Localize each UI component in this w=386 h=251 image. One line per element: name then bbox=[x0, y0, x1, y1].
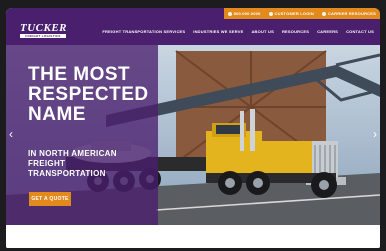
page-content-area bbox=[6, 225, 380, 248]
utility-login-label: CUSTOMER LOGIN bbox=[274, 11, 314, 16]
carousel-prev-arrow[interactable]: ‹ bbox=[7, 127, 15, 141]
utility-carrier-label: CARRIER RESOURCES bbox=[327, 11, 376, 16]
logo-name: TUCKER bbox=[20, 22, 68, 34]
phone-icon bbox=[227, 11, 232, 16]
get-a-quote-button[interactable]: GET A QUOTE bbox=[29, 192, 71, 206]
hero-banner: THE MOST RESPECTED NAME IN NORTH AMERICA… bbox=[6, 45, 380, 225]
nav-item-about[interactable]: ABOUT US bbox=[251, 29, 274, 34]
logo-tagline: FREIGHT LOGISTICS bbox=[20, 34, 66, 38]
utility-phone[interactable]: 800.000.0000 bbox=[227, 11, 261, 16]
carousel-next-arrow[interactable]: › bbox=[371, 127, 379, 141]
site-header: TUCKER FREIGHT LOGISTICS 800.000.0000 CU… bbox=[6, 8, 380, 45]
site-logo[interactable]: TUCKER FREIGHT LOGISTICS bbox=[20, 22, 68, 38]
nav-item-services[interactable]: FREIGHT TRANSPORTATION SERVICES bbox=[102, 29, 185, 34]
nav-item-careers[interactable]: CAREERS bbox=[317, 29, 338, 34]
hero-subheadline: IN NORTH AMERICAN FREIGHT TRANSPORTATION bbox=[28, 149, 117, 178]
nav-item-contact[interactable]: CONTACT US bbox=[346, 29, 374, 34]
utility-customer-login[interactable]: CUSTOMER LOGIN bbox=[268, 11, 314, 16]
truck-icon bbox=[321, 11, 326, 16]
user-icon bbox=[268, 11, 273, 16]
hero-headline: THE MOST RESPECTED NAME bbox=[28, 64, 149, 125]
utility-carrier-resources[interactable]: CARRIER RESOURCES bbox=[321, 11, 376, 16]
utility-bar: 800.000.0000 CUSTOMER LOGIN CARRIER RESO… bbox=[223, 8, 380, 19]
browser-viewport: TUCKER FREIGHT LOGISTICS 800.000.0000 CU… bbox=[6, 8, 380, 248]
nav-item-resources[interactable]: RESOURCES bbox=[282, 29, 309, 34]
main-nav: FREIGHT TRANSPORTATION SERVICES INDUSTRI… bbox=[102, 29, 374, 34]
utility-phone-label: 800.000.0000 bbox=[233, 11, 261, 16]
nav-item-industries[interactable]: INDUSTRIES WE SERVE bbox=[193, 29, 243, 34]
